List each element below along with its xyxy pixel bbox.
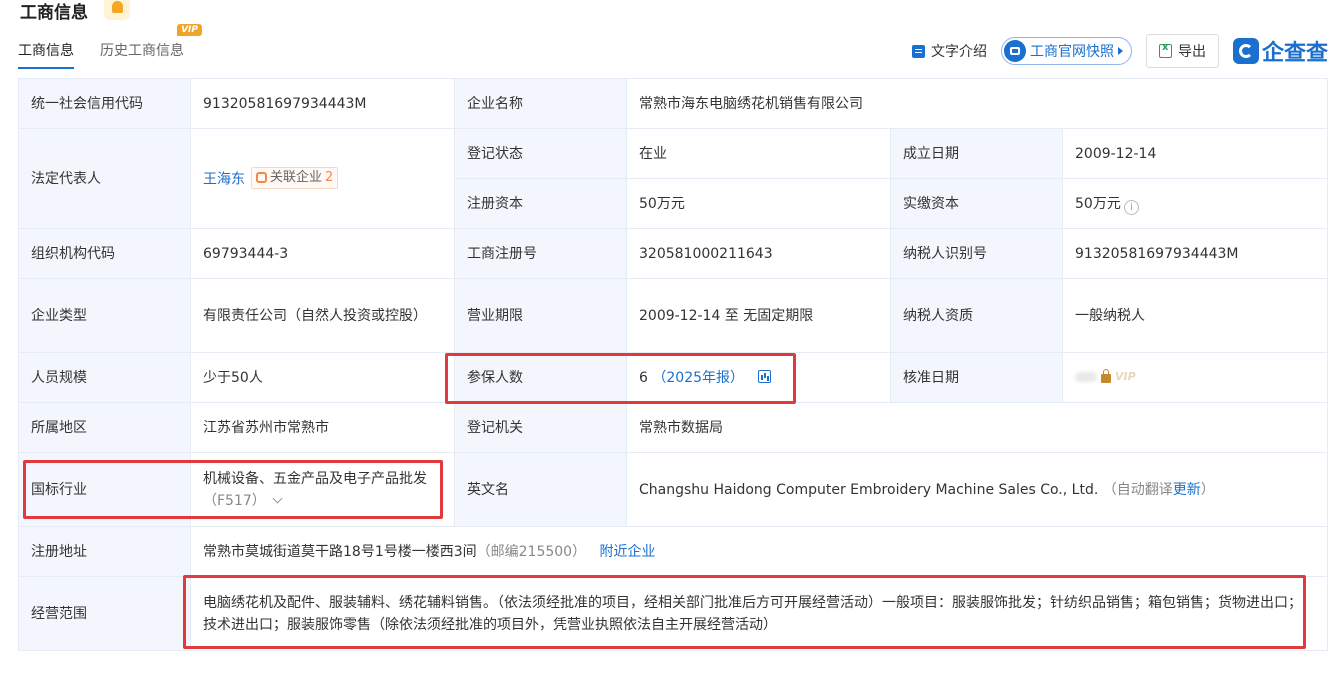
excel-icon: [1158, 42, 1172, 58]
text-intro-button[interactable]: 文字介绍: [911, 41, 987, 61]
table-row: 组织机构代码 69793444-3 工商注册号 320581000211643 …: [18, 228, 1328, 279]
company-name-value: 常熟市海东电脑绣花机销售有限公司: [626, 78, 1328, 129]
credit-code-value: 91320581697934443M: [190, 78, 455, 129]
field-label: 企业名称: [454, 78, 627, 129]
brand-logo: 企查查: [1232, 35, 1328, 67]
reg-authority-value: 常熟市数据局: [626, 402, 1328, 453]
table-row: 国标行业 机械设备、五金产品及电子产品批发（F517） 英文名 Changshu…: [18, 452, 1328, 527]
business-info-table: 统一社会信用代码 91320581697934443M 企业名称 常熟市海东电脑…: [18, 78, 1328, 651]
caret-right-icon: [1117, 47, 1123, 55]
industry-cell[interactable]: 机械设备、五金产品及电子产品批发（F517）: [190, 452, 455, 527]
tab-business-info[interactable]: 工商信息: [18, 40, 74, 69]
table-row: 统一社会信用代码 91320581697934443M 企业名称 常熟市海东电脑…: [18, 78, 1328, 129]
insured-cell: 6 （2025年报）: [626, 352, 891, 403]
table-row: 法定代表人 王海东 关联企业 2 登记状态 在业 成立日期 2009-12-14: [18, 128, 1328, 229]
blurred-value: [1075, 372, 1097, 382]
export-button[interactable]: 导出: [1145, 34, 1219, 68]
company-type-value: 有限责任公司（自然人投资或控股）: [190, 278, 455, 353]
field-label: 纳税人资质: [890, 278, 1063, 353]
vip-label: VIP: [1115, 370, 1136, 383]
region-value: 江苏省苏州市常熟市: [190, 402, 455, 453]
field-label: 实缴资本: [890, 178, 1063, 229]
tab-history-business-info[interactable]: 历史工商信息 VIP: [100, 24, 202, 69]
chevron-down-icon[interactable]: [272, 493, 283, 503]
field-label: 英文名: [454, 452, 627, 527]
table-row: 人员规模 少于50人 参保人数 6 （2025年报） 核准日期 VIP: [18, 352, 1328, 403]
bell-icon[interactable]: [104, 0, 130, 20]
related-companies-tag[interactable]: 关联企业 2: [251, 166, 339, 189]
field-label: 所属地区: [18, 402, 191, 453]
table-row: 企业类型 有限责任公司（自然人投资或控股） 营业期限 2009-12-14 至 …: [18, 278, 1328, 353]
field-label: 登记机关: [454, 402, 627, 453]
snapshot-button[interactable]: 工商官网快照: [1000, 37, 1132, 65]
field-label: 工商注册号: [454, 228, 627, 279]
reg-status-value: 在业: [626, 128, 891, 179]
field-label: 登记状态: [454, 128, 627, 179]
field-label: 成立日期: [890, 128, 1063, 179]
field-label: 注册资本: [454, 178, 627, 229]
field-label: 经营范围: [18, 576, 191, 651]
reg-capital-value: 50万元: [626, 178, 891, 229]
info-icon[interactable]: i: [1123, 199, 1139, 215]
taxpayer-qual-value: 一般纳税人: [1062, 278, 1328, 353]
biz-reg-no-value: 320581000211643: [626, 228, 891, 279]
legal-rep-link[interactable]: 王海东: [203, 171, 245, 187]
related-icon: [256, 172, 267, 184]
legal-rep-cell: 王海东 关联企业 2: [190, 128, 455, 229]
approval-date-cell: VIP: [1062, 352, 1328, 403]
page-title: 工商信息: [20, 3, 88, 23]
update-translation-link[interactable]: 更新: [1173, 482, 1201, 498]
field-label: 纳税人识别号: [890, 228, 1063, 279]
vip-badge: VIP: [177, 24, 202, 36]
address-cell: 常熟市莫城街道莫干路18号1号楼一楼西3间（邮编215500） 附近企业: [190, 526, 1328, 577]
paid-capital-cell: 50万元 i: [1062, 178, 1328, 229]
trend-chart-icon[interactable]: [758, 369, 772, 383]
field-label: 法定代表人: [18, 128, 191, 229]
tab-bar: 工商信息 历史工商信息 VIP: [18, 24, 202, 69]
org-code-value: 69793444-3: [190, 228, 455, 279]
lock-icon[interactable]: [1101, 369, 1111, 383]
field-label: 营业期限: [454, 278, 627, 353]
biz-term-value: 2009-12-14 至 无固定期限: [626, 278, 891, 353]
table-row: 经营范围 电脑绣花机及配件、服装辅料、绣花辅料销售。（依法须经批准的项目，经相关…: [18, 576, 1328, 651]
field-label: 注册地址: [18, 526, 191, 577]
field-label: 核准日期: [890, 352, 1063, 403]
camera-icon: [1003, 40, 1026, 62]
table-row: 所属地区 江苏省苏州市常熟市 登记机关 常熟市数据局: [18, 402, 1328, 453]
field-label: 人员规模: [18, 352, 191, 403]
annual-report-link[interactable]: （2025年报）: [652, 370, 744, 386]
staff-size-value: 少于50人: [190, 352, 455, 403]
biz-scope-value: 电脑绣花机及配件、服装辅料、绣花辅料销售。（依法须经批准的项目，经相关部门批准后…: [190, 576, 1328, 651]
field-label: 国标行业: [18, 452, 191, 527]
field-label: 组织机构代码: [18, 228, 191, 279]
qcc-logo-icon: [1232, 38, 1259, 64]
english-name-cell: Changshu Haidong Computer Embroidery Mac…: [626, 452, 1328, 527]
taxpayer-id-value: 91320581697934443M: [1062, 228, 1328, 279]
nearby-companies-link[interactable]: 附近企业: [599, 544, 655, 560]
table-row: 注册地址 常熟市莫城街道莫干路18号1号楼一楼西3间（邮编215500） 附近企…: [18, 526, 1328, 577]
field-label: 统一社会信用代码: [18, 78, 191, 129]
toolbar: 文字介绍 工商官网快照 导出 企查查: [911, 34, 1328, 68]
found-date-value: 2009-12-14: [1062, 128, 1328, 179]
field-label: 企业类型: [18, 278, 191, 353]
field-label: 参保人数: [454, 352, 627, 403]
document-icon: [911, 44, 925, 58]
